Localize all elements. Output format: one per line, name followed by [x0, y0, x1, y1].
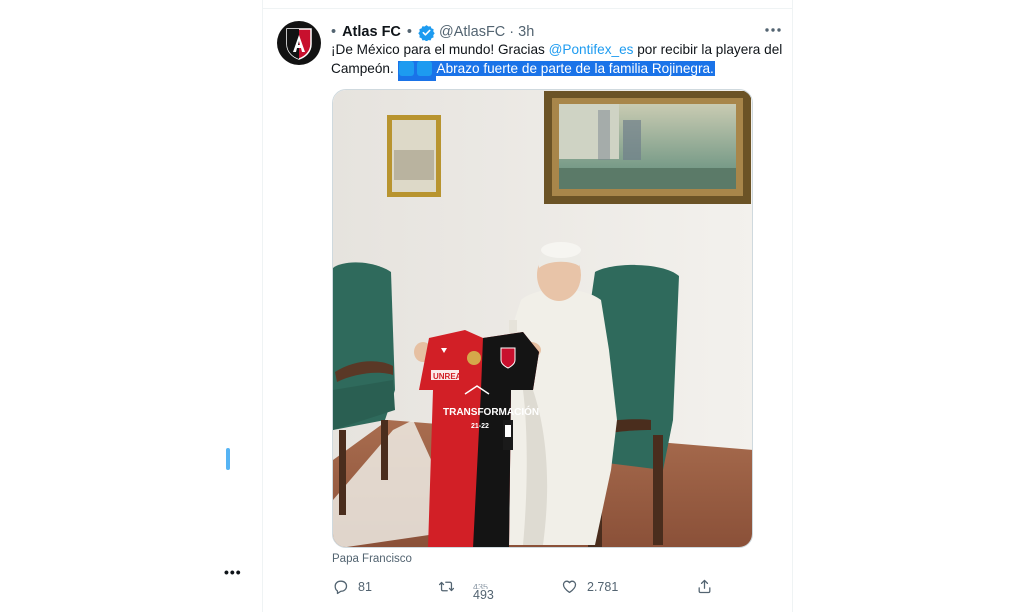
tweet-header: • Atlas FC • @AtlasFC · 3h [331, 22, 780, 42]
jersey-slogan-text: TRANSFORMACIÓN [443, 405, 539, 418]
tweet-actions: 81 435 493 2.781 [332, 578, 752, 602]
handle[interactable]: @AtlasFC [439, 24, 505, 40]
retweet-icon [438, 581, 455, 592]
jersey-sponsor-text: UNREA [433, 372, 462, 381]
time-separator: · [509, 24, 515, 40]
retweet-count: 435 493 [473, 584, 494, 602]
verified-badge-icon [418, 24, 435, 41]
left-sidebar: ••• [0, 0, 262, 612]
share-icon [698, 579, 711, 594]
share-button[interactable] [696, 578, 713, 595]
tweet-photo[interactable]: UNREA TRANSFORMACIÓN 21-22 [332, 89, 753, 548]
reply-icon [334, 580, 348, 595]
header-bullet: • [331, 24, 337, 40]
sidebar-more-icon[interactable]: ••• [224, 564, 242, 580]
blue-heart-icon [398, 61, 414, 76]
sidebar-active-indicator [226, 448, 230, 470]
column-divider-right [792, 0, 793, 612]
heart-icon [562, 580, 577, 594]
reply-button[interactable]: 81 [332, 578, 372, 595]
tweet-text-part1: ¡De México para el mundo! Gracias [331, 42, 549, 57]
avatar[interactable] [277, 21, 321, 65]
display-name[interactable]: Atlas FC [342, 24, 401, 40]
retweet-button[interactable] [438, 578, 455, 595]
timestamp[interactable]: 3h [518, 24, 534, 40]
like-button[interactable]: 2.781 [561, 578, 618, 595]
atlas-crest-icon [286, 28, 312, 60]
jersey-season-text: 21-22 [471, 423, 489, 430]
blue-heart-emojis [397, 61, 436, 81]
reply-count: 81 [358, 579, 372, 594]
name-bullet: • [406, 24, 412, 40]
more-options-button[interactable] [762, 20, 784, 40]
tweet-card[interactable]: • Atlas FC • @AtlasFC · 3h ¡De México pa… [263, 10, 792, 612]
timeline-top-divider [262, 8, 793, 9]
blue-heart-icon [416, 61, 432, 76]
highlighted-text: Abrazo fuerte de parte de la familia Roj… [435, 61, 715, 76]
mention-link[interactable]: @Pontifex_es [549, 42, 634, 57]
more-horizontal-icon [765, 28, 781, 32]
retweet-count-value: 493 [473, 588, 494, 602]
photo-scene: UNREA TRANSFORMACIÓN 21-22 [333, 90, 752, 547]
tweet-text: ¡De México para el mundo! Gracias @Ponti… [331, 40, 783, 81]
like-count: 2.781 [587, 579, 619, 594]
media-caption: Papa Francisco [332, 553, 412, 565]
